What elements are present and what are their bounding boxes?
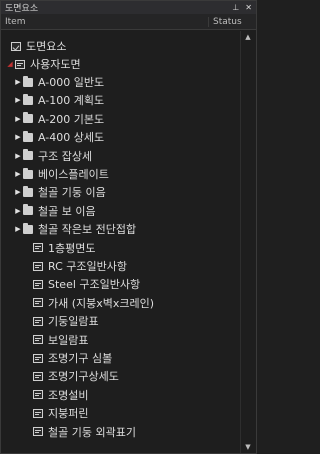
- tree-item-label: RC 구조일반사항: [48, 260, 127, 273]
- sheet-icon: [33, 316, 43, 326]
- panel-title: 도면요소: [5, 4, 39, 14]
- tree-folder-item[interactable]: ▶ A-400 상세도: [1, 128, 241, 146]
- sheet-icon: [33, 261, 43, 271]
- folder-icon: [23, 149, 33, 161]
- column-header: Item Status: [1, 14, 256, 30]
- collapse-arrow-icon[interactable]: ▶: [13, 170, 23, 178]
- sheet-icon: [33, 298, 43, 308]
- tree-sheet-item[interactable]: 철골 기둥 외곽표기: [1, 423, 241, 441]
- tree-item-label: 철골 기둥 외곽표기: [48, 425, 136, 439]
- collapse-arrow-icon[interactable]: ▶: [13, 133, 23, 141]
- tree-sheet-item[interactable]: 보일람표: [1, 331, 241, 349]
- scroll-down-icon[interactable]: ▼: [241, 441, 255, 453]
- tree-folder-item[interactable]: ▶ 구조 잡상세: [1, 147, 241, 165]
- tree-folder-item[interactable]: ▶ 철골 기둥 이음: [1, 183, 241, 201]
- tree-folder-item[interactable]: ▶ A-200 기본도: [1, 110, 241, 128]
- collapse-arrow-icon[interactable]: ▶: [13, 152, 23, 160]
- collapse-arrow-icon[interactable]: ▶: [13, 207, 23, 215]
- sheet-icon: [33, 427, 43, 437]
- tree-item-user-drawings[interactable]: ◢ 사용자도면: [1, 55, 241, 73]
- close-icon[interactable]: ✕: [245, 3, 252, 12]
- folder-icon: [23, 93, 33, 105]
- tree-sheet-item[interactable]: Steel 구조일반사항: [1, 275, 241, 293]
- sheet-icon: [33, 335, 43, 345]
- tree-item-label: 사용자도면: [30, 58, 81, 71]
- tree-item-label: 철골 작은보 전단접합: [38, 223, 137, 237]
- tree-item-label: 도면요소: [26, 40, 67, 53]
- sheet-icon: [33, 408, 43, 418]
- tree-sheet-item[interactable]: 1층평면도: [1, 239, 241, 257]
- tree-folder-item[interactable]: ▶ 철골 보 이음: [1, 202, 241, 220]
- sheet-icon: [33, 243, 43, 253]
- folder-icon: [23, 167, 33, 179]
- column-item-header[interactable]: Item: [1, 17, 208, 27]
- folder-icon: [23, 75, 33, 87]
- tree-item-label: 보일람표: [48, 333, 89, 347]
- tree-item-label: 철골 기둥 이음: [38, 186, 106, 200]
- tree-item-label: 조명설비: [48, 388, 89, 402]
- sheet-icon: [15, 59, 25, 69]
- collapse-arrow-icon[interactable]: ▶: [13, 78, 23, 86]
- tree-item-label: A-200 기본도: [38, 112, 105, 126]
- panel-titlebar: 도면요소 ⊥ ✕: [1, 1, 256, 14]
- folder-icon: [23, 222, 33, 234]
- tree-folder-item[interactable]: ▶ 베이스플레이트: [1, 165, 241, 183]
- tree-folder-item[interactable]: ▶ A-000 일반도: [1, 73, 241, 91]
- tree-item-label: 지붕퍼린: [48, 407, 89, 421]
- tree-root-item[interactable]: 도면요소: [1, 37, 241, 55]
- tree-sheet-item[interactable]: 지붕퍼린: [1, 404, 241, 422]
- sheet-icon: [33, 353, 43, 363]
- tree-folder-item[interactable]: ▶ 철골 작은보 전단접합: [1, 220, 241, 238]
- tree-item-label: 구조 잡상세: [38, 149, 93, 163]
- folder-icon: [23, 204, 33, 216]
- tree-sheet-item[interactable]: 조명설비: [1, 386, 241, 404]
- collapse-arrow-icon[interactable]: ▶: [13, 225, 23, 233]
- vertical-scrollbar[interactable]: ▲ ▼: [240, 31, 255, 453]
- tree-item-label: Steel 구조일반사항: [48, 278, 141, 292]
- tree-item-label: 조명기구상세도: [48, 370, 119, 384]
- scroll-up-icon[interactable]: ▲: [241, 31, 255, 43]
- pin-icon[interactable]: ⊥: [232, 3, 239, 12]
- column-status-header[interactable]: Status: [208, 16, 256, 27]
- folder-icon: [23, 185, 33, 197]
- tree-sheet-item[interactable]: 가새 (지붕x벽x크레인): [1, 294, 241, 312]
- collapse-arrow-icon[interactable]: ▶: [13, 188, 23, 196]
- tree-item-label: 기둥일람표: [48, 315, 99, 329]
- sheet-icon: [33, 279, 43, 289]
- tree-item-label: A-000 일반도: [38, 76, 105, 89]
- sheet-icon: [33, 390, 43, 400]
- tree-sheet-item[interactable]: 조명기구 심볼: [1, 349, 241, 367]
- collapse-arrow-icon[interactable]: ▶: [13, 115, 23, 123]
- check-icon: [11, 41, 21, 51]
- folder-icon: [23, 130, 33, 142]
- tree-item-label: 1층평면도: [48, 241, 96, 255]
- tree-sheet-item[interactable]: 기둥일람표: [1, 312, 241, 330]
- tree-item-label: 철골 보 이음: [38, 204, 96, 218]
- expand-arrow-icon[interactable]: ◢: [5, 60, 15, 68]
- tree-item-label: A-400 상세도: [38, 131, 105, 145]
- drawing-tree: 도면요소 ◢ 사용자도면 ▶ A-000 일반도 ▶ A-100 계획도 ▶ A-200 …: [1, 31, 241, 453]
- tree-sheet-item[interactable]: 조명기구상세도: [1, 367, 241, 385]
- folder-icon: [23, 112, 33, 124]
- tree-item-label: 가새 (지붕x벽x크레인): [48, 296, 155, 310]
- tree-item-label: 조명기구 심볼: [48, 352, 113, 365]
- tree-sheet-item[interactable]: RC 구조일반사항: [1, 257, 241, 275]
- tree-folder-item[interactable]: ▶ A-100 계획도: [1, 91, 241, 109]
- tree-item-label: 베이스플레이트: [38, 168, 109, 181]
- drawing-elements-panel: 도면요소 ⊥ ✕ Item Status 도면요소 ◢ 사용자도면 ▶ A-000…: [0, 0, 257, 454]
- tree-item-label: A-100 계획도: [38, 94, 105, 108]
- collapse-arrow-icon[interactable]: ▶: [13, 96, 23, 104]
- sheet-icon: [33, 371, 43, 381]
